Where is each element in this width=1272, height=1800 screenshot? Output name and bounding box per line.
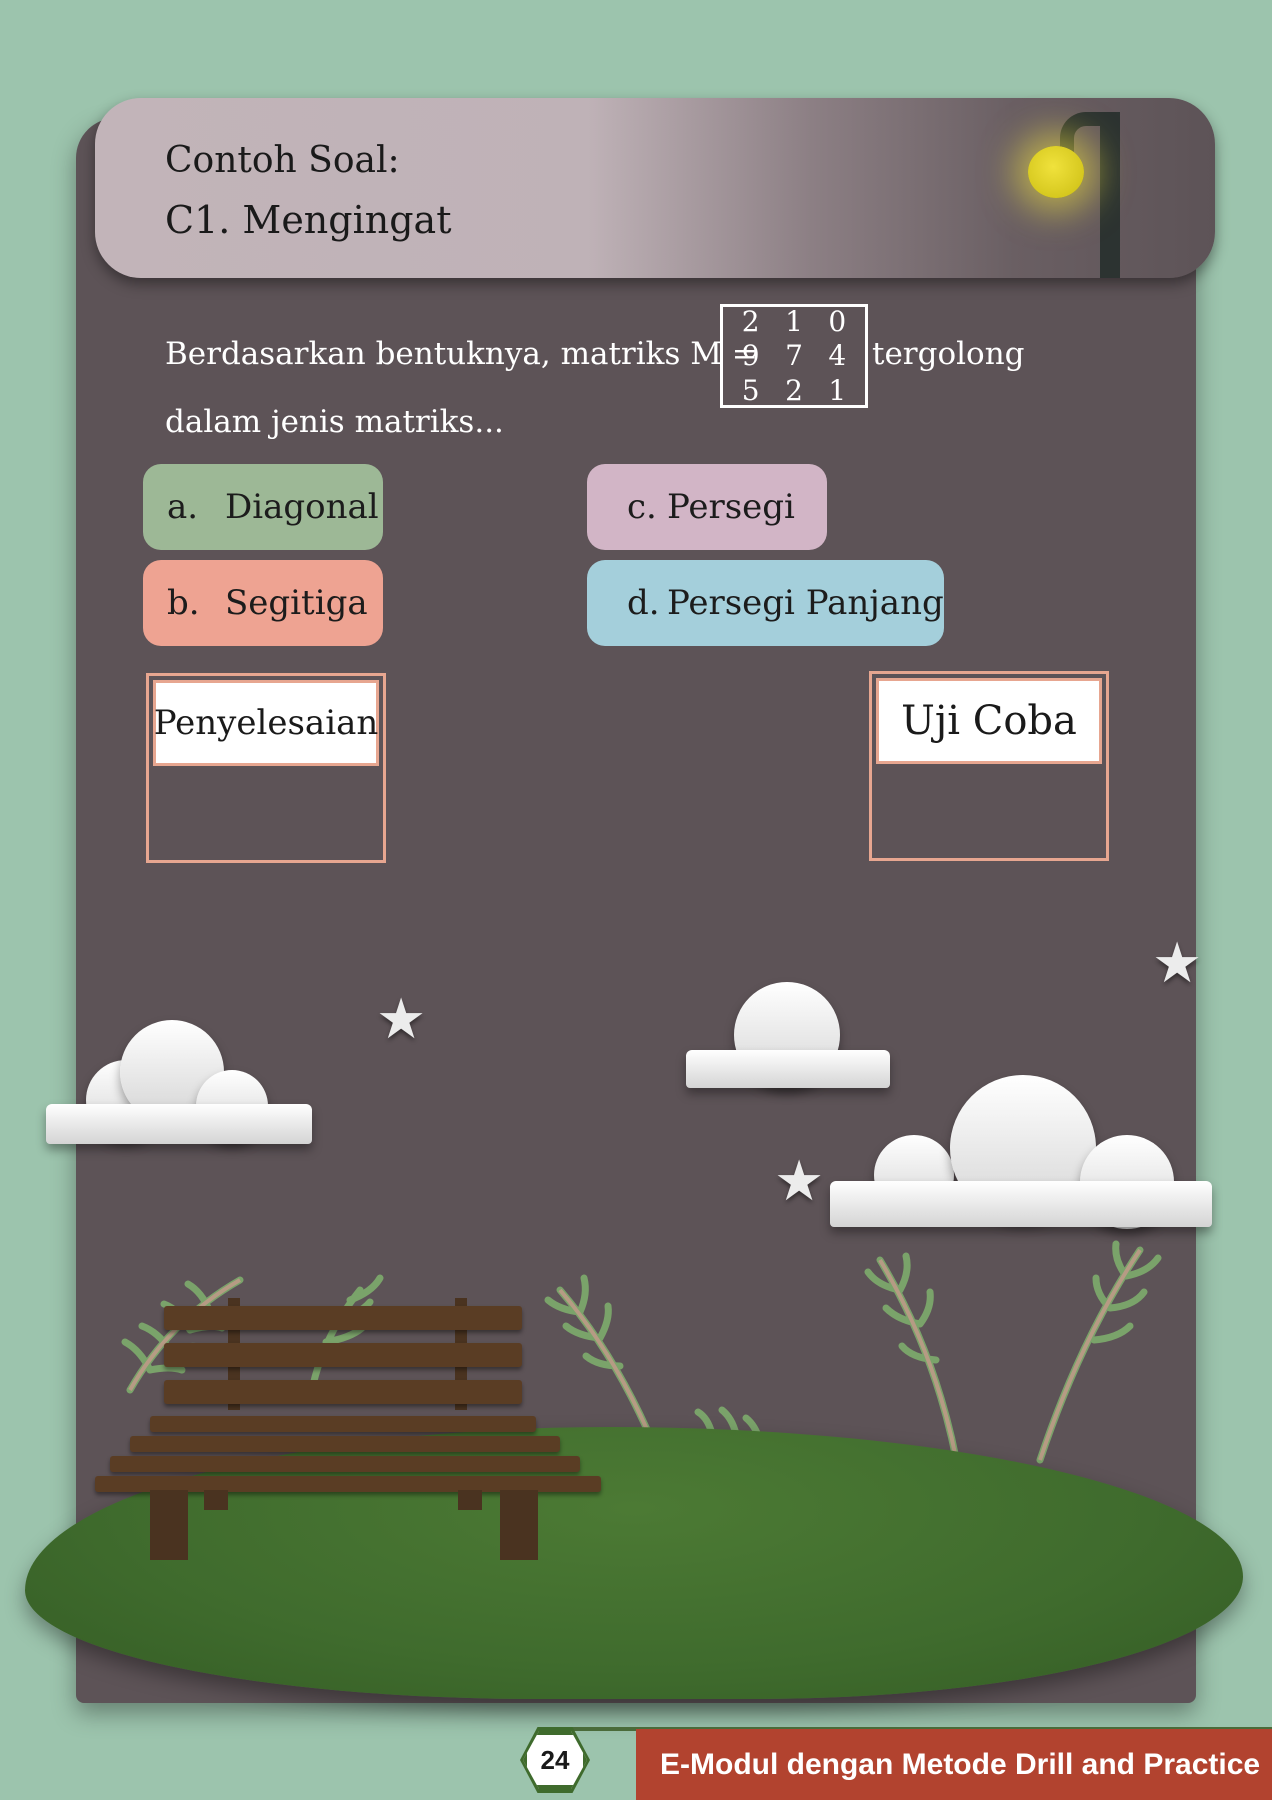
matrix-m: 2 1 0 9 7 4 5 2 1 (720, 304, 868, 408)
matrix-cell: 5 (741, 374, 760, 408)
option-key: c. (627, 487, 657, 527)
option-label: Segitiga (225, 583, 368, 623)
star-icon: ★ (1152, 931, 1203, 996)
trial-box: Uji Coba (869, 671, 1109, 861)
option-key: b. (167, 583, 200, 623)
matrix-cell: 1 (828, 374, 847, 408)
cloud-icon (46, 1020, 312, 1144)
header-title: Contoh Soal: (165, 140, 400, 181)
header-subtitle: C1. Mengingat (165, 198, 452, 242)
matrix-cell: 0 (828, 304, 847, 338)
matrix-cell: 7 (785, 339, 803, 373)
option-d-button[interactable]: d. Persegi Panjang (587, 560, 944, 646)
option-a-button[interactable]: a. Diagonal (143, 464, 383, 550)
option-key: a. (167, 487, 199, 527)
footer-title: E-Modul dengan Metode Drill and Practice (636, 1729, 1272, 1800)
question-text-line1: Berdasarkan bentuknya, matriks M = (165, 336, 758, 372)
matrix-cell: 2 (785, 374, 803, 408)
option-b-button[interactable]: b. Segitiga (143, 560, 383, 646)
matrix-cell: 1 (785, 304, 803, 338)
star-icon: ★ (376, 987, 427, 1052)
solution-box: Penyelesaian (146, 673, 386, 863)
matrix-cell: 2 (741, 304, 760, 338)
cloud-icon (686, 982, 890, 1088)
trial-button[interactable]: Uji Coba (876, 678, 1102, 764)
question-text-line2: dalam jenis matriks... (165, 404, 504, 440)
option-label: Diagonal (225, 487, 379, 527)
option-c-button[interactable]: c. Persegi (587, 464, 827, 550)
question-text-suffix: tergolong (872, 336, 1025, 372)
matrix-cell: 9 (741, 339, 760, 373)
star-icon: ★ (774, 1149, 825, 1214)
option-label: Persegi Panjang (667, 583, 944, 623)
cloud-icon (830, 1075, 1212, 1229)
solution-button[interactable]: Penyelesaian (153, 680, 379, 766)
option-label: Persegi (667, 487, 795, 527)
matrix-cell: 4 (828, 339, 847, 373)
option-key: d. (627, 583, 660, 623)
